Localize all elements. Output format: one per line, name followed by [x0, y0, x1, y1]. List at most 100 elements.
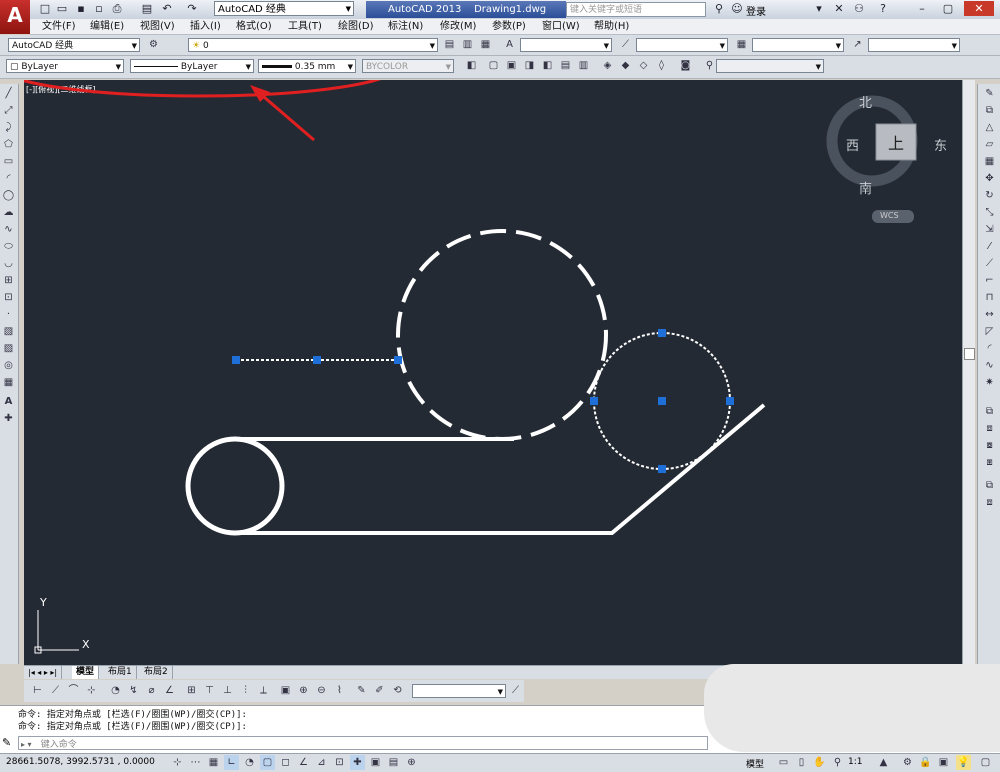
chamfer-icon[interactable]: ◸	[982, 324, 997, 339]
undo-icon[interactable]: ↶	[160, 2, 174, 16]
3dosnap-icon[interactable]: ◻	[278, 755, 293, 770]
dim-update-icon[interactable]: ⟲	[390, 683, 405, 698]
menu-file[interactable]: 文件(F)	[42, 19, 76, 34]
viewcube-north[interactable]: 北	[859, 92, 872, 111]
menu-insert[interactable]: 插入(I)	[190, 19, 221, 34]
continue-icon[interactable]: ⊥	[220, 683, 235, 698]
layer-previous-icon[interactable]: ▦	[478, 37, 493, 52]
draworder-under-icon[interactable]: ⧆	[982, 455, 997, 470]
dim-style-manager-icon[interactable]: ⟋	[508, 683, 523, 698]
view-left-icon[interactable]: ◨	[522, 58, 537, 73]
lineweight-dropdown[interactable]: 0.35 mm ▼	[258, 59, 356, 73]
zoom-icon[interactable]: ⚲	[702, 58, 717, 73]
quick-view-drawings-icon[interactable]: ▯	[794, 755, 809, 770]
binoculars-icon[interactable]: ⚲	[712, 2, 726, 16]
drawing-geometry[interactable]	[24, 80, 962, 665]
coordinate-readout[interactable]: 28661.5078, 3992.5731 , 0.0000	[6, 757, 155, 767]
viewcube-south[interactable]: 南	[859, 178, 872, 197]
exchange-icon[interactable]: ✕	[832, 2, 846, 16]
spline-icon[interactable]: ∿	[1, 222, 16, 237]
print-icon[interactable]: ▤	[140, 2, 154, 16]
clean-screen-icon[interactable]: ▢	[978, 755, 993, 770]
extend-icon[interactable]: ⟋	[982, 256, 997, 271]
table-icon[interactable]: ▦	[1, 375, 16, 390]
render-icon[interactable]: ◧	[464, 58, 479, 73]
ellipse-arc-icon[interactable]: ◡	[1, 256, 16, 271]
viewcube-west[interactable]: 西	[846, 135, 859, 154]
view-top-icon[interactable]: ▢	[486, 58, 501, 73]
plot-icon[interactable]: ⎙	[110, 2, 124, 16]
dim-front-icon[interactable]: ⧈	[982, 495, 997, 510]
user-icon[interactable]: ☺	[730, 2, 744, 16]
multileader-style-icon[interactable]: ↗	[850, 37, 865, 52]
grid-icon[interactable]: ▦	[206, 755, 221, 770]
tolerance-icon[interactable]: ▣	[278, 683, 293, 698]
wcs-label[interactable]: WCS	[880, 211, 899, 220]
fillet-icon[interactable]: ◜	[982, 341, 997, 356]
close-button[interactable]: ✕	[964, 1, 994, 16]
mirror-icon[interactable]: △	[982, 120, 997, 135]
sw-iso-icon[interactable]: ◈	[600, 58, 615, 73]
draworder-front-icon[interactable]: ⧉	[982, 404, 997, 419]
workspace-select[interactable]: AutoCAD 经典 ▼	[214, 1, 354, 16]
gradient-icon[interactable]: ▨	[1, 341, 16, 356]
region-icon[interactable]: ◎	[1, 358, 16, 373]
login-link[interactable]: 登录	[746, 3, 766, 18]
polygon-icon[interactable]: ⬠	[1, 137, 16, 152]
trim-icon[interactable]: ⁄	[982, 239, 997, 254]
dyn-icon[interactable]: ⊡	[332, 755, 347, 770]
explode-icon[interactable]: ✷	[982, 375, 997, 390]
save-icon[interactable]: ▪	[74, 2, 88, 16]
otrack-icon[interactable]: ∠	[296, 755, 311, 770]
menu-dimension[interactable]: 标注(N)	[388, 19, 423, 34]
question-icon[interactable]: ?	[876, 2, 890, 16]
osnap-icon[interactable]: ▢	[260, 755, 275, 770]
baseline-icon[interactable]: ⊤	[202, 683, 217, 698]
menu-help[interactable]: 帮助(H)	[594, 19, 629, 34]
ortho-icon[interactable]: ∟	[224, 755, 239, 770]
arc-icon[interactable]: ◜	[1, 171, 16, 186]
viewcube-east[interactable]: 东	[934, 135, 947, 154]
menu-draw[interactable]: 绘图(D)	[338, 19, 374, 34]
view-back-icon[interactable]: ▥	[576, 58, 591, 73]
dim-style-icon[interactable]: ⟋	[618, 37, 633, 52]
dropdown-icon[interactable]: ▾	[812, 2, 826, 16]
quick-view-layouts-icon[interactable]: ▭	[776, 755, 791, 770]
new-file-icon[interactable]: □	[38, 2, 52, 16]
add-selected-icon[interactable]: ✚	[1, 411, 16, 426]
construction-line-icon[interactable]: ⤢	[1, 103, 16, 118]
radius-dim-icon[interactable]: ◔	[108, 683, 123, 698]
mtext-icon[interactable]: A	[1, 394, 16, 409]
help-icon[interactable]: ⚇	[852, 2, 866, 16]
minimize-button[interactable]: –	[910, 1, 934, 16]
aligned-dim-icon[interactable]: ⟋	[48, 683, 63, 698]
table-style-dropdown[interactable]: ▼	[752, 38, 844, 52]
draworder-back-icon[interactable]: ⧈	[982, 421, 997, 436]
save-as-icon[interactable]: ▫	[92, 2, 106, 16]
ordinate-icon[interactable]: ⊹	[84, 683, 99, 698]
scale-icon[interactable]: ⤡	[982, 205, 997, 220]
make-block-icon[interactable]: ⊡	[1, 290, 16, 305]
infer-constraints-icon[interactable]: ⊹	[170, 755, 185, 770]
color-dropdown[interactable]: ▢ ByLayer ▼	[6, 59, 124, 73]
offset-icon[interactable]: ⏥	[982, 137, 997, 152]
isolate-objects-icon[interactable]: 💡	[956, 755, 971, 770]
annotation-scale[interactable]: 1:1	[848, 757, 862, 767]
multileader-style-dropdown[interactable]: ▼	[868, 38, 960, 52]
move-icon[interactable]: ✥	[982, 171, 997, 186]
layer-properties-icon[interactable]: ▤	[442, 37, 457, 52]
array-icon[interactable]: ▦	[982, 154, 997, 169]
maximize-button[interactable]: ▢	[936, 1, 960, 16]
redo-icon[interactable]: ↷	[185, 2, 199, 16]
view-front-icon[interactable]: ▤	[558, 58, 573, 73]
polar-icon[interactable]: ◔	[242, 755, 257, 770]
menu-view[interactable]: 视图(V)	[140, 19, 175, 34]
pan-icon[interactable]: ✋	[812, 755, 827, 770]
snap-mode-icon[interactable]: ⋯	[188, 755, 203, 770]
ne-iso-icon[interactable]: ◇	[636, 58, 651, 73]
diameter-dim-icon[interactable]: ⌀	[144, 683, 159, 698]
text-front-icon[interactable]: ⧉	[982, 478, 997, 493]
zoom-status-icon[interactable]: ⚲	[830, 755, 845, 770]
drawing-canvas[interactable]: [-][俯视][二维线框] 北 南 东 西 上 WCS Y X	[24, 80, 962, 665]
dim-break-icon[interactable]: ⟂	[256, 683, 271, 698]
